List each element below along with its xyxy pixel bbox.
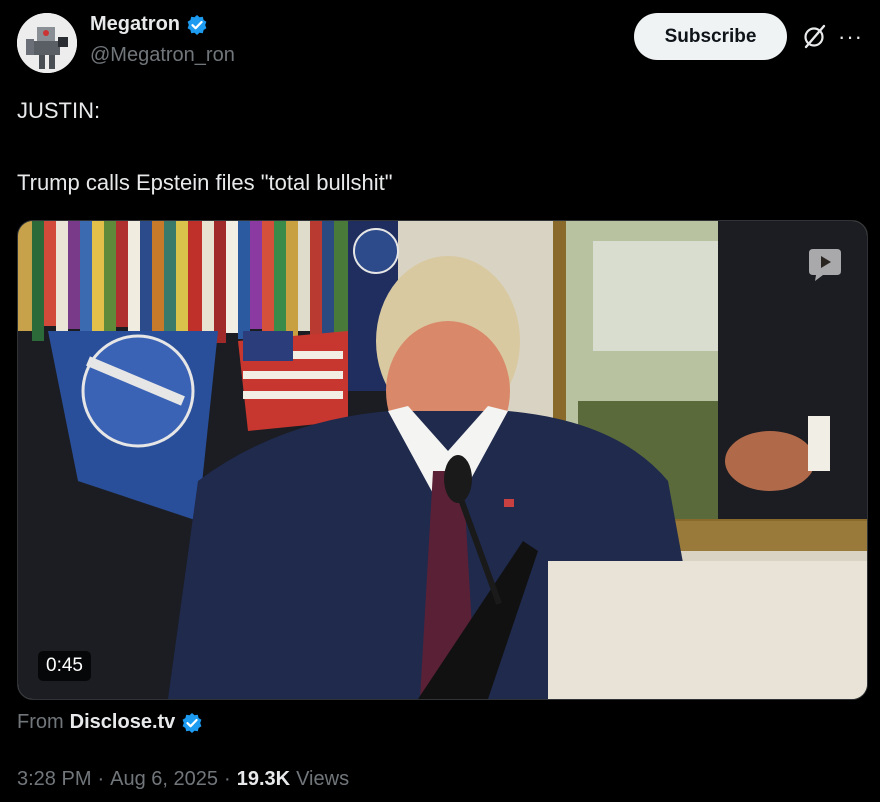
avatar[interactable] — [17, 13, 77, 73]
grok-icon[interactable] — [800, 22, 828, 50]
meta-separator: · — [97, 768, 105, 790]
source-attribution: From Disclose.tv — [17, 711, 203, 734]
video-thumbnail — [18, 221, 867, 699]
verified-badge-icon — [182, 712, 202, 733]
verified-badge-icon — [187, 14, 207, 35]
views-label: Views — [296, 768, 350, 790]
tweet-date[interactable]: Aug 6, 2025 — [110, 768, 218, 791]
tweet-time[interactable]: 3:28 PM — [17, 768, 91, 791]
meta-separator: · — [224, 768, 231, 790]
source-link[interactable]: Disclose.tv — [70, 711, 176, 734]
video-duration-badge: 0:45 — [38, 651, 91, 681]
tweet-text-line-2: Trump calls Epstein files "total bullshi… — [17, 170, 393, 195]
tweet-meta: 3:28 PM · Aug 6, 2025 · 19.3K Views — [17, 768, 349, 791]
author-handle[interactable]: @Megatron_ron — [90, 44, 235, 67]
more-icon[interactable]: ··· — [838, 24, 863, 50]
author-name[interactable]: Megatron — [90, 13, 180, 36]
gif-play-icon — [809, 249, 841, 281]
video-player[interactable]: 0:45 — [17, 220, 868, 700]
subscribe-button[interactable]: Subscribe — [634, 13, 787, 60]
author-name-row[interactable]: Megatron — [90, 13, 208, 36]
source-prefix: From — [17, 711, 64, 733]
views-count: 19.3K — [236, 768, 291, 790]
tweet-text-line-1: JUSTIN: — [17, 98, 101, 123]
